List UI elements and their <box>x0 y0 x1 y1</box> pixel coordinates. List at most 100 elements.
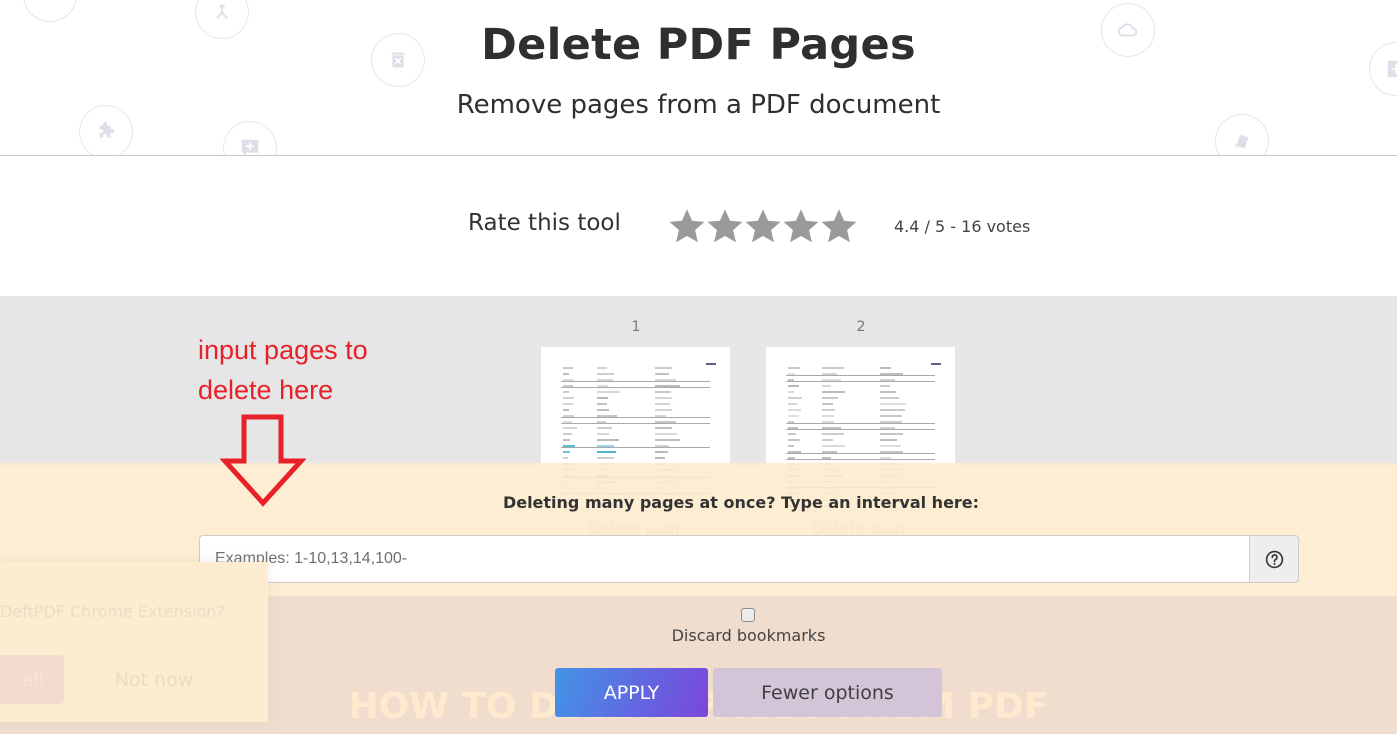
thumbnail-text-line <box>597 433 609 435</box>
thumbnail-text-line <box>563 427 577 429</box>
install-extension-button[interactable]: all <box>0 655 64 704</box>
thumbnail-text-line <box>597 373 614 375</box>
thumbnail-text-line <box>655 367 672 369</box>
thumbnail-text-line <box>655 397 672 399</box>
compress-icon <box>23 0 77 22</box>
rating-votes: 4.4 / 5 - 16 votes <box>894 217 1031 236</box>
thumbnail-text-line <box>880 409 905 411</box>
thumbnail-text-line <box>597 427 612 429</box>
star-icon[interactable] <box>744 206 782 246</box>
not-now-button[interactable]: Not now <box>84 664 224 696</box>
thumbnail-text-line <box>788 433 796 435</box>
thumbnail-text-line <box>655 439 680 441</box>
thumbnail-text-line <box>597 391 620 393</box>
thumbnail-text-line <box>880 415 902 417</box>
thumbnail-text-line <box>788 367 800 369</box>
page-corner-mark <box>931 363 941 373</box>
thumbnail-text-line <box>563 391 569 393</box>
thumbnail-text-line <box>880 403 906 405</box>
thumbnail-text-line <box>788 439 800 441</box>
annotation-text: input pages to delete here <box>198 330 368 410</box>
annotation-line: input pages to <box>198 335 368 365</box>
thumbnail-text-line <box>655 451 668 453</box>
thumbnail-text-line <box>880 391 896 393</box>
thumbnail-text-line <box>822 439 833 441</box>
thumbnail-text-line <box>822 433 844 435</box>
rotate-pages-icon <box>1215 114 1269 155</box>
page-number: 2 <box>856 319 866 335</box>
thumbnail-text-line <box>655 403 670 405</box>
extension-prompt-text: DeftPDF Chrome Extension? <box>0 602 225 621</box>
thumbnail-text-line <box>563 367 573 369</box>
star-icon[interactable] <box>668 206 706 246</box>
thumbnail-rule <box>561 423 710 424</box>
thumbnail-text-line <box>880 439 897 441</box>
star-icon[interactable] <box>706 206 744 246</box>
annotation-line: delete here <box>198 375 334 405</box>
page-number: 1 <box>631 319 641 335</box>
thumbnail-text-line <box>563 409 569 411</box>
thumbnail-text-line <box>655 409 672 411</box>
thumbnail-text-line <box>880 397 899 399</box>
page-header: Delete PDF Pages Remove pages from a PDF… <box>0 0 1397 156</box>
thumbnail-rule <box>786 381 935 382</box>
thumbnail-text-line <box>822 445 845 447</box>
thumbnail-text-line <box>563 457 568 459</box>
thumbnail-text-line <box>788 397 802 399</box>
thumbnail-text-line <box>563 403 573 405</box>
thumbnail-rule <box>786 375 935 376</box>
thumbnail-text-line <box>563 439 570 441</box>
thumbnail-text-line <box>880 385 890 387</box>
thumbnail-text-line <box>822 367 844 369</box>
thumbnail-text-line <box>655 433 677 435</box>
add-comment-icon <box>223 121 277 155</box>
thumbnail-text-line <box>563 397 574 399</box>
thumbnail-text-line <box>788 409 801 411</box>
thumbnail-text-line <box>822 415 834 417</box>
thumbnail-text-line <box>788 391 794 393</box>
thumbnail-text-line <box>563 451 570 453</box>
thumbnail-rule <box>561 381 710 382</box>
thumbnail-text-line <box>822 385 831 387</box>
thumbnail-text-line <box>597 397 608 399</box>
thumbnail-text-line <box>597 439 619 441</box>
thumbnail-text-line <box>597 409 609 411</box>
page-subtitle: Remove pages from a PDF document <box>456 90 941 120</box>
thumbnail-rule <box>786 423 935 424</box>
thumbnail-text-line <box>788 385 799 387</box>
thumbnail-text-line <box>655 427 672 429</box>
thumbnail-text-line <box>597 457 614 459</box>
star-rating[interactable] <box>668 206 858 246</box>
thumbnail-text-line <box>563 373 569 375</box>
thumbnail-text-line <box>788 415 799 417</box>
thumbnail-text-line <box>822 403 833 405</box>
question-circle-icon <box>1265 550 1283 568</box>
thumbnail-rule <box>561 417 710 418</box>
help-button[interactable] <box>1249 535 1299 583</box>
rate-tool-label: Rate this tool <box>468 210 621 236</box>
thumbnail-text-line <box>880 367 891 369</box>
thumbnail-rule <box>561 387 710 388</box>
page-interval-input[interactable] <box>199 535 1250 583</box>
thumbnail-text-line <box>822 409 835 411</box>
thumbnail-text-line <box>655 391 671 393</box>
thumbnail-text-line <box>597 403 607 405</box>
star-icon[interactable] <box>782 206 820 246</box>
thumbnail-text-line <box>822 397 838 399</box>
page-title: Delete PDF Pages <box>481 20 916 70</box>
page-corner-mark <box>706 363 716 373</box>
thumbnail-text-line <box>563 433 572 435</box>
thumbnail-rule <box>786 453 935 454</box>
thumbnail-text-line <box>822 391 845 393</box>
discard-bookmarks-checkbox[interactable] <box>741 608 755 622</box>
thumbnail-rule <box>561 447 710 448</box>
fewer-options-button[interactable]: Fewer options <box>713 668 942 717</box>
thumbnail-text-line <box>788 445 794 447</box>
star-icon[interactable] <box>820 206 858 246</box>
thumbnail-text-line <box>788 403 797 405</box>
thumbnail-text-line <box>880 445 901 447</box>
thumbnail-text-line <box>597 367 607 369</box>
thumbnail-rule <box>786 429 935 430</box>
apply-button[interactable]: APPLY <box>555 668 708 717</box>
thumbnail-rule <box>786 459 935 460</box>
